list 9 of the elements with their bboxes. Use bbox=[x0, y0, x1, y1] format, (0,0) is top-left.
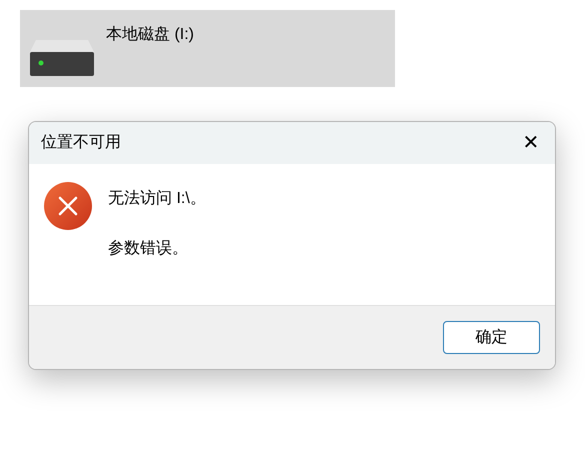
dialog-title: 位置不可用 bbox=[41, 133, 121, 153]
ok-button[interactable]: 确定 bbox=[443, 321, 540, 354]
hard-drive-icon bbox=[30, 40, 94, 76]
close-button[interactable]: ✕ bbox=[517, 129, 545, 157]
drive-tile[interactable]: 本地磁盘 (I:) bbox=[20, 10, 395, 87]
error-message: 无法访问 I:\。 bbox=[108, 188, 206, 209]
error-message: 参数错误。 bbox=[108, 238, 189, 259]
drive-label: 本地磁盘 (I:) bbox=[106, 24, 194, 45]
error-icon bbox=[44, 182, 92, 230]
